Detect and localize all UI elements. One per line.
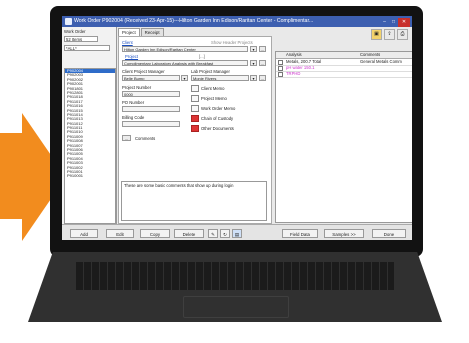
- show-header-projects-checkbox[interactable]: Show Header Projects: [211, 40, 253, 45]
- export-icon[interactable]: ⇪: [384, 29, 395, 40]
- bottom-toolbar: Add Edit Copy Delete ✎ ↻ ▤ Field Data Sa…: [62, 224, 412, 240]
- copy-button[interactable]: Copy: [140, 229, 170, 238]
- comments-textarea[interactable]: These are some basic comments that show …: [121, 181, 267, 221]
- memo-icon: [191, 105, 199, 113]
- po-number-field[interactable]: [122, 106, 180, 112]
- edit-button[interactable]: Edit: [106, 229, 134, 238]
- row-checkbox[interactable]: [278, 72, 283, 77]
- laptop-screen: Work Order P902004 (Received 23-Apr-15)-…: [62, 16, 412, 240]
- work-order-count: 52 Items: [64, 36, 98, 42]
- client-pm-select[interactable]: Belle Bump: [122, 75, 180, 81]
- client-pm-label: Client Project Manager: [122, 69, 165, 74]
- project-form: Client Show Header Projects Hilton Garde…: [118, 36, 272, 224]
- client-lookup-button[interactable]: …: [259, 46, 266, 52]
- work-order-panel: Work Order 52 Items *ALL* P902004 P902003…: [62, 27, 117, 224]
- client-pm-dropdown-icon[interactable]: ▾: [181, 75, 188, 81]
- refresh-icon[interactable]: ↻: [220, 229, 230, 238]
- app-icon: [65, 18, 72, 25]
- field-data-button[interactable]: Field Data: [282, 229, 318, 238]
- window-controls: – □ ✕: [380, 17, 410, 27]
- project-number-label: Project Number: [122, 85, 152, 90]
- lab-pm-dropdown-icon[interactable]: ▾: [250, 75, 257, 81]
- add-button[interactable]: Add: [70, 229, 98, 238]
- work-order-item[interactable]: P910001: [65, 173, 115, 178]
- chain-of-custody-button[interactable]: Chain of Custody: [191, 115, 245, 123]
- pdf-icon: [191, 125, 199, 133]
- other-documents-button[interactable]: Other Documents: [191, 125, 245, 133]
- work-order-heading: Work Order: [64, 29, 86, 34]
- work-order-filter-select[interactable]: *ALL*: [64, 45, 110, 51]
- print-icon[interactable]: ⎙: [397, 29, 408, 40]
- project-number-field[interactable]: 0000: [122, 91, 180, 97]
- tab-bar: Project Receipt: [118, 28, 165, 37]
- po-number-label: PO Number: [122, 100, 145, 105]
- project-dropdown-icon[interactable]: ▾: [250, 60, 257, 66]
- report-icon[interactable]: ▤: [232, 229, 242, 238]
- close-icon[interactable]: ✕: [398, 18, 410, 27]
- work-order-memo-button[interactable]: Work Order Memo: [191, 105, 245, 113]
- client-field[interactable]: Hilton Garden Inn Edison/Raritan Center: [122, 46, 248, 52]
- laptop-keyboard: [76, 262, 394, 290]
- orange-arrow-shaft: [0, 133, 22, 219]
- grid-header-analysis[interactable]: Analysis: [286, 52, 302, 58]
- lab-pm-select[interactable]: Monie Rivers: [191, 75, 249, 81]
- client-memo-button[interactable]: Client Memo: [191, 85, 245, 93]
- laptop-trackpad: [183, 296, 289, 318]
- analysis-grid[interactable]: Analysis Comments Metals, 200.7 Total Gen…: [275, 51, 412, 223]
- done-button[interactable]: Done: [372, 229, 406, 238]
- grid-cell-analysis: TRPHD: [286, 71, 301, 76]
- lab-pm-lookup-button[interactable]: …: [259, 75, 266, 81]
- project-label[interactable]: Project: [125, 54, 138, 59]
- comments-label: Comments: [135, 136, 156, 141]
- lab-pm-label: Lab Project Manager: [191, 69, 230, 74]
- project-memo-button[interactable]: Project Memo: [191, 95, 245, 103]
- billing-code-field[interactable]: [122, 121, 180, 127]
- client-dropdown-icon[interactable]: ▾: [250, 46, 257, 52]
- window-title: Work Order P902004 (Received 23-Apr-15)-…: [74, 18, 314, 24]
- delete-button[interactable]: Delete: [174, 229, 204, 238]
- lock-icon[interactable]: ▣: [371, 29, 382, 40]
- toolbar-icons: ▣ ⇪ ⎙: [369, 29, 408, 40]
- project-option[interactable]: [...]: [199, 54, 205, 59]
- maximize-icon[interactable]: □: [389, 18, 398, 27]
- memo-icon: [191, 95, 199, 103]
- attach-icon[interactable]: ✎: [208, 229, 218, 238]
- project-lookup-button[interactable]: …: [259, 60, 266, 66]
- memo-icon: [191, 85, 199, 93]
- work-order-list[interactable]: P902004 P902003 P902002 P902001 P901801 P9128…: [64, 68, 116, 224]
- samples-button[interactable]: Samples >>: [324, 229, 364, 238]
- billing-code-label: Billing Code: [122, 115, 145, 120]
- minimize-icon[interactable]: –: [380, 18, 389, 27]
- window-titlebar: Work Order P902004 (Received 23-Apr-15)-…: [62, 16, 412, 27]
- project-field[interactable]: Complimentary Laboratory Analysis with B…: [122, 60, 248, 66]
- grid-header: Analysis Comments: [276, 52, 412, 59]
- client-label[interactable]: Client: [122, 40, 133, 45]
- comments-edit-button[interactable]: …: [122, 135, 131, 141]
- grid-row[interactable]: TRPHD: [276, 71, 412, 78]
- grid-header-comments[interactable]: Comments: [360, 52, 380, 58]
- pdf-icon: [191, 115, 199, 123]
